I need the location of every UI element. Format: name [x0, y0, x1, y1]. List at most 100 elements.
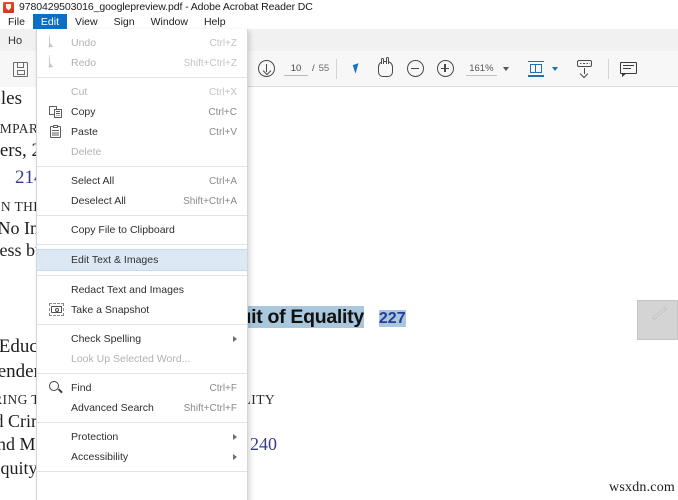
menu-item-edit-text-and-images[interactable]: Edit Text & Images [37, 249, 247, 271]
menu-item-accel: Ctrl+V [208, 126, 237, 138]
find-icon [49, 381, 63, 395]
page-navigation: 10 / 55 [284, 62, 329, 76]
tab-home[interactable]: Ho [8, 31, 38, 51]
acrobat-icon [3, 1, 14, 13]
cursor-arrow-icon[interactable] [344, 54, 370, 84]
window-title: 9780429503016_googlepreview.pdf - Adobe … [19, 1, 313, 13]
menu-item-look-up-selected-word[interactable]: Look Up Selected Word... [37, 349, 247, 369]
page-number-input[interactable]: 10 [284, 62, 308, 76]
menu-item-label: Copy [71, 106, 96, 118]
menu-edit[interactable]: Edit [32, 14, 68, 29]
menu-view[interactable]: View [67, 14, 106, 29]
menu-item-label: Undo [71, 37, 97, 49]
zoom-level[interactable]: 161% [466, 62, 497, 76]
menu-item-take-a-snapshot[interactable]: Take a Snapshot [37, 300, 247, 320]
page-total: 55 [318, 63, 330, 74]
save-icon[interactable] [12, 61, 28, 77]
menu-item-label: Delete [71, 146, 102, 158]
snapshot-icon [49, 303, 64, 317]
menu-item-label: Copy File to Clipboard [71, 224, 175, 236]
menu-item-deselect-all[interactable]: Deselect All Shift+Ctrl+A [37, 191, 247, 211]
menu-item-label: Take a Snapshot [71, 304, 150, 316]
menu-item-accel: Ctrl+A [208, 175, 237, 187]
pencil-icon [652, 306, 667, 321]
download-circle-icon[interactable] [258, 54, 275, 84]
menu-separator [37, 166, 247, 167]
zoom-out-icon[interactable] [400, 54, 430, 84]
menu-item-accel: Shift+Ctrl+Z [183, 57, 237, 69]
menu-item-label: Look Up Selected Word... [71, 353, 191, 365]
chapter-page: 227 [378, 310, 406, 327]
scroll-mode-icon[interactable] [568, 54, 602, 84]
menu-item-label: Deselect All [71, 195, 126, 207]
menu-separator [37, 471, 247, 472]
menu-item-accel: Ctrl+F [209, 382, 238, 394]
submenu-arrow-icon [233, 336, 237, 342]
menu-item-label: Protection [71, 431, 119, 443]
menu-item-accel: Shift+Ctrl+A [183, 195, 237, 207]
paste-icon [49, 124, 63, 139]
menu-item-check-spelling[interactable]: Check Spelling [37, 329, 247, 349]
redo-icon [49, 55, 63, 70]
edit-dropdown-menu: Undo Ctrl+Z Redo Shift+Ctrl+Z Cut Ctrl+X… [36, 29, 248, 500]
menu-item-accel: Ctrl+Z [209, 37, 238, 49]
menu-item-label: Accessibility [71, 451, 129, 463]
menu-separator [37, 373, 247, 374]
menu-bar: File Edit View Sign Window Help [0, 14, 678, 29]
menu-separator [37, 422, 247, 423]
fit-page-icon[interactable] [521, 54, 551, 84]
menu-item-redact-text-and-images[interactable]: Redact Text and Images [37, 280, 247, 300]
menu-item-accessibility[interactable]: Accessibility [37, 447, 247, 467]
copy-icon [49, 105, 63, 119]
undo-icon [49, 35, 63, 50]
menu-item-accel: Ctrl+C [208, 106, 237, 118]
menu-item-redo[interactable]: Redo Shift+Ctrl+Z [37, 53, 247, 73]
hand-icon[interactable] [370, 54, 400, 84]
menu-item-label: Select All [71, 175, 115, 187]
menu-help[interactable]: Help [196, 14, 234, 29]
submenu-arrow-icon [233, 454, 237, 460]
toc-page: 240 [250, 433, 278, 454]
menu-item-accel: Ctrl+X [208, 86, 237, 98]
menu-item-label: Advanced Search [71, 402, 154, 414]
menu-item-select-all[interactable]: Select All Ctrl+A [37, 171, 247, 191]
chevron-down-icon[interactable] [502, 66, 509, 71]
menu-item-find[interactable]: Find Ctrl+F [37, 378, 247, 398]
toolbar-divider [336, 58, 338, 79]
zoom-in-icon[interactable] [430, 54, 460, 84]
comment-icon[interactable] [616, 54, 642, 84]
menu-item-accel: Shift+Ctrl+F [183, 402, 237, 414]
main-toolbar: 10 / 55 161% [248, 51, 678, 87]
menu-item-label: Paste [71, 126, 98, 138]
submenu-arrow-icon [233, 434, 237, 440]
menu-item-copy-file-to-clipboard[interactable]: Copy File to Clipboard [37, 220, 247, 240]
menu-item-label: Cut [71, 86, 88, 98]
edit-hover-chip[interactable] [637, 300, 678, 340]
menu-separator [37, 275, 247, 276]
acrobat-reader-window: 9780429503016_googlepreview.pdf - Adobe … [0, 0, 678, 500]
menu-item-protection[interactable]: Protection [37, 427, 247, 447]
menu-item-paste[interactable]: Paste Ctrl+V [37, 122, 247, 142]
menu-item-advanced-search[interactable]: Advanced Search Shift+Ctrl+F [37, 398, 247, 418]
menu-separator [37, 324, 247, 325]
menu-sign[interactable]: Sign [106, 14, 143, 29]
menu-item-label: Find [71, 382, 92, 394]
fit-page-chevron-down-icon[interactable] [551, 66, 558, 71]
menu-separator [37, 77, 247, 78]
menu-item-label: Redact Text and Images [71, 284, 185, 296]
left-tool-strip [0, 51, 40, 88]
menu-item-undo[interactable]: Undo Ctrl+Z [37, 33, 247, 53]
menu-file[interactable]: File [0, 14, 33, 29]
menu-separator [37, 215, 247, 216]
menu-window[interactable]: Window [143, 14, 196, 29]
toc-title: itical Roles [0, 88, 23, 109]
menu-item-cut[interactable]: Cut Ctrl+X [37, 82, 247, 102]
title-bar: 9780429503016_googlepreview.pdf - Adobe … [0, 0, 678, 14]
watermark: wsxdn.com [609, 480, 675, 495]
menu-separator [37, 244, 247, 245]
menu-item-label: Edit Text & Images [71, 254, 159, 266]
menu-item-label: Redo [71, 57, 97, 69]
menu-item-copy[interactable]: Copy Ctrl+C [37, 102, 247, 122]
page-separator: / [312, 63, 315, 74]
menu-item-delete[interactable]: Delete [37, 142, 247, 162]
